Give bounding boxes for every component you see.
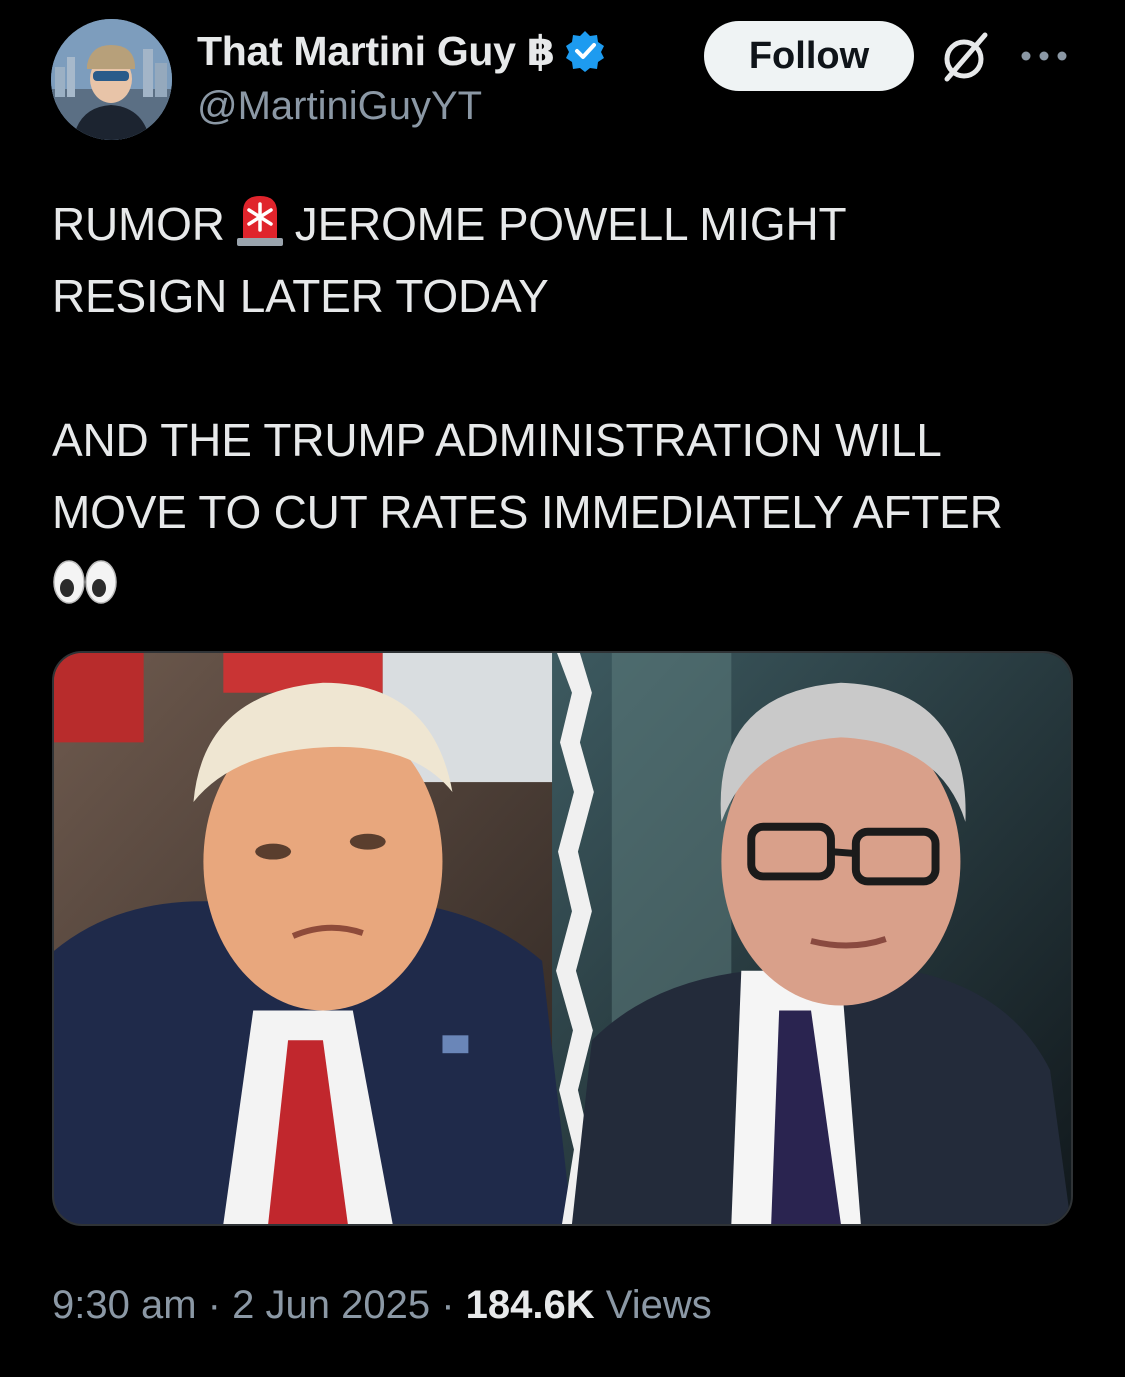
avatar[interactable] [51, 19, 172, 140]
display-name[interactable]: That Martini Guy ฿ [197, 27, 555, 75]
user-handle[interactable]: @MartiniGuyYT [197, 84, 482, 129]
tweet-media-image[interactable] [52, 651, 1073, 1226]
more-options-icon[interactable] [1018, 44, 1070, 68]
eyes-emoji-icon [52, 554, 118, 604]
tweet-line: RUMOR JEROME POWELL MIGHT [52, 188, 1092, 260]
meta-separator: · [441, 1283, 455, 1327]
grok-icon[interactable] [935, 27, 995, 87]
tweet-meta: 9:30 am · 2 Jun 2025 · 184.6K Views [52, 1283, 712, 1328]
follow-button[interactable]: Follow [704, 21, 914, 91]
avatar-image [51, 19, 172, 140]
tweet-line: AND THE TRUMP ADMINISTRATION WILL [52, 414, 942, 466]
name-row: That Martini Guy ฿ [197, 26, 607, 76]
tweet-header: That Martini Guy ฿ @MartiniGuyYT Follow [0, 0, 1125, 150]
tweet-line: MOVE TO CUT RATES IMMEDIATELY AFTER [52, 486, 1003, 538]
views-label: Views [605, 1283, 712, 1327]
tweet-text: RUMOR JEROME POWELL MIGHT RESIGN LATER T… [52, 188, 1092, 620]
tweet-line-text: RUMOR [52, 198, 225, 250]
tweet-date[interactable]: 2 Jun 2025 [232, 1283, 430, 1327]
meta-separator: · [207, 1283, 221, 1327]
tweet-line-text: JEROME POWELL MIGHT [294, 198, 847, 250]
views-count: 184.6K [465, 1283, 595, 1327]
tweet-time[interactable]: 9:30 am [52, 1283, 197, 1327]
police-car-light-emoji-icon [231, 190, 289, 248]
verified-badge-icon [563, 29, 607, 73]
tweet-line [52, 548, 1092, 620]
tweet-line: RESIGN LATER TODAY [52, 270, 549, 322]
